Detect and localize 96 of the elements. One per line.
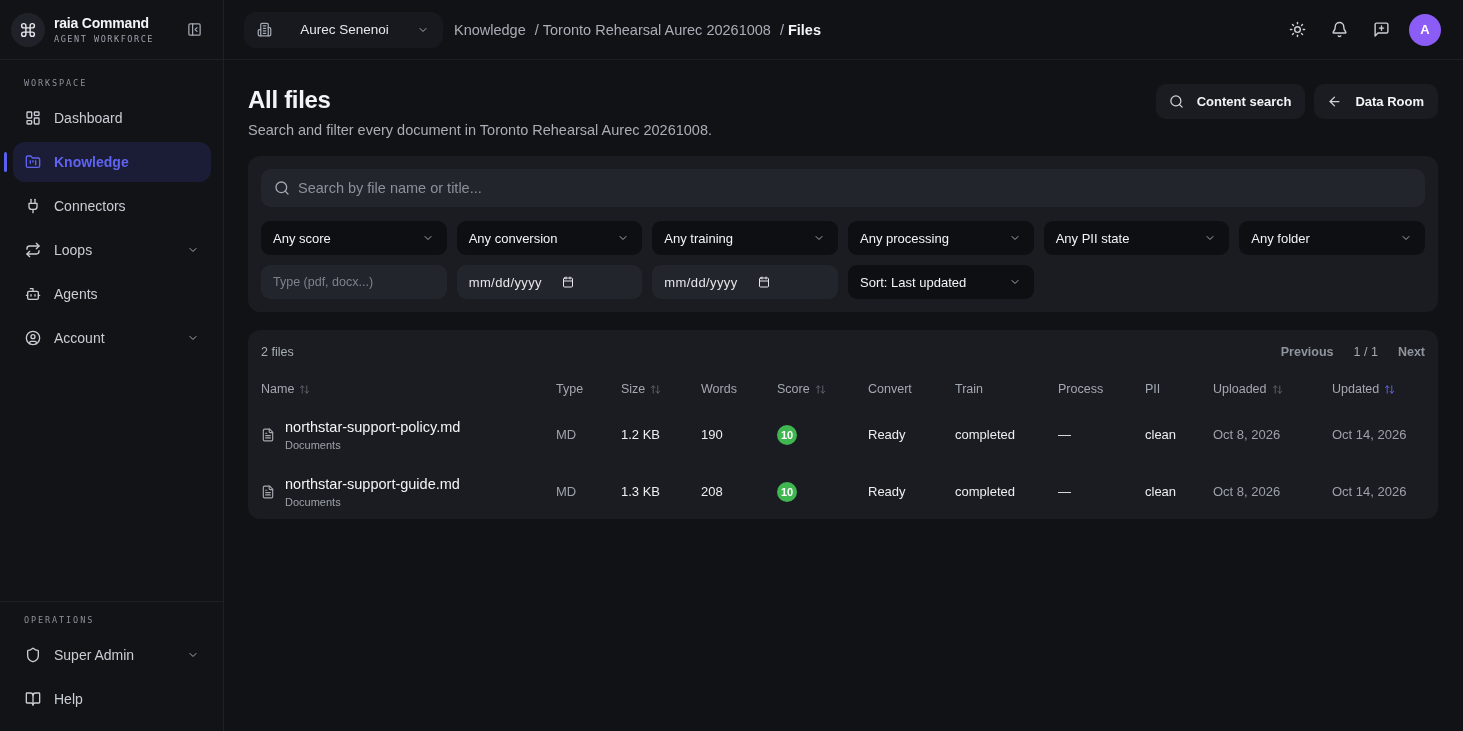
- search-field[interactable]: Search by file name or title...: [261, 169, 1425, 207]
- workspace-selector[interactable]: Aurec Senenoi: [244, 11, 443, 48]
- command-logo-icon: [11, 12, 45, 47]
- filter-dropdown[interactable]: Any folder: [1239, 221, 1425, 255]
- avatar[interactable]: A: [1409, 13, 1441, 46]
- nav-item[interactable]: Dashboard: [13, 98, 211, 138]
- column-header: Convert: [868, 382, 912, 396]
- calendar-icon: [757, 276, 770, 288]
- breadcrumb-separator: /: [534, 21, 539, 38]
- table-cell: clean: [1145, 484, 1177, 499]
- brand-tagline: AGENT WORKFORCE: [54, 32, 154, 45]
- sort-icon[interactable]: [650, 383, 662, 395]
- building-icon: [257, 22, 272, 37]
- section-label: WORKSPACE: [23, 77, 89, 89]
- calendar-icon: [562, 276, 574, 288]
- section-label: OPERATIONS: [23, 614, 96, 626]
- folder-icon: [25, 154, 41, 170]
- message-plus-icon[interactable]: [1373, 21, 1390, 38]
- folder-label: Documents: [285, 494, 341, 509]
- table-cell: Ready: [868, 484, 906, 499]
- table-cell: Oct 14, 2026: [1332, 427, 1407, 442]
- document-icon: [261, 483, 275, 500]
- column-header[interactable]: Score: [777, 382, 826, 396]
- table-cell: 1.2 KB: [621, 427, 661, 442]
- document-icon: [261, 426, 275, 443]
- sort-icon[interactable]: [814, 383, 826, 395]
- column-header: Words: [701, 382, 737, 396]
- file-name-link[interactable]: northstar-support-policy.md: [285, 417, 461, 436]
- table-cell: MD: [556, 427, 577, 442]
- nav-item[interactable]: Account: [13, 318, 211, 358]
- breadcrumb-separator: /: [779, 21, 784, 38]
- column-header[interactable]: Uploaded: [1213, 382, 1283, 396]
- book-icon: [25, 691, 41, 707]
- user-circle-icon: [25, 330, 41, 346]
- repeat-icon: [25, 242, 41, 258]
- column-header: Type: [556, 382, 584, 396]
- table-cell: completed: [955, 427, 1015, 442]
- type-filter-field[interactable]: Type (pdf, docx...): [261, 265, 447, 299]
- file-count: 2 files: [261, 345, 294, 359]
- filter-dropdown[interactable]: Sort: Last updated: [848, 265, 1034, 299]
- table-cell: MD: [556, 484, 577, 499]
- table-cell: clean: [1145, 427, 1177, 442]
- table-cell: completed: [955, 484, 1015, 499]
- score-badge: 10: [777, 424, 797, 445]
- nav-item[interactable]: Super Admin: [13, 635, 211, 675]
- column-header: Train: [955, 382, 983, 396]
- date-field[interactable]: mm/dd/yyyy: [652, 265, 838, 299]
- table-cell: —: [1058, 484, 1071, 499]
- column-header: PII: [1145, 382, 1161, 396]
- column-header[interactable]: Updated: [1332, 382, 1396, 396]
- page-title: All files: [248, 85, 331, 115]
- brand-name: raia Command: [54, 14, 150, 32]
- table-cell: —: [1058, 427, 1071, 442]
- table-cell: Oct 8, 2026: [1213, 484, 1281, 499]
- nav-item[interactable]: Knowledge: [13, 142, 211, 182]
- date-field[interactable]: mm/dd/yyyy: [456, 265, 643, 299]
- table-cell: 1.3 KB: [621, 484, 661, 499]
- sun-icon[interactable]: [1289, 21, 1306, 38]
- robot-icon: [25, 286, 41, 302]
- table-cell: 208: [701, 484, 723, 499]
- header-button[interactable]: Data Room: [1314, 84, 1438, 119]
- collapse-sidebar-icon[interactable]: [187, 22, 202, 37]
- grid-icon: [25, 110, 41, 126]
- table-cell: 190: [701, 427, 723, 442]
- page-subtitle: Search and filter every document in Toronto Rehearsal Aurec 20261008.: [248, 121, 713, 140]
- plug-icon: [25, 198, 41, 214]
- bell-icon[interactable]: [1331, 21, 1348, 38]
- column-header: Process: [1058, 382, 1104, 396]
- breadcrumb-link[interactable]: Toronto Rehearsal Aurec 20261008: [542, 21, 771, 38]
- filter-dropdown[interactable]: Any PII state: [1043, 221, 1230, 255]
- filter-dropdown[interactable]: Any conversion: [456, 221, 643, 255]
- filter-dropdown[interactable]: Any processing: [848, 221, 1034, 255]
- nav-item[interactable]: Agents: [13, 274, 211, 314]
- table-cell: Oct 8, 2026: [1213, 427, 1281, 442]
- nav-item[interactable]: Loops: [13, 230, 211, 270]
- sort-icon[interactable]: [299, 383, 311, 395]
- score-badge: 10: [777, 481, 797, 502]
- table-cell: Ready: [868, 427, 906, 442]
- page-indicator: 1 / 1: [1353, 345, 1378, 359]
- search-icon: [1168, 94, 1184, 109]
- column-header[interactable]: Name: [261, 382, 311, 396]
- table-cell: Oct 14, 2026: [1332, 484, 1407, 499]
- search-icon: [274, 180, 290, 196]
- nav-item[interactable]: Connectors: [13, 186, 211, 226]
- sort-icon[interactable]: [1384, 383, 1396, 395]
- filter-dropdown[interactable]: Any training: [652, 221, 838, 255]
- folder-label: Documents: [285, 437, 341, 452]
- sort-icon[interactable]: [1271, 383, 1283, 395]
- column-header[interactable]: Size: [621, 382, 662, 396]
- filter-dropdown[interactable]: Any score: [261, 221, 447, 255]
- header-button[interactable]: Content search: [1155, 84, 1306, 119]
- file-name-link[interactable]: northstar-support-guide.md: [285, 474, 460, 493]
- breadcrumb-current: Files: [787, 21, 821, 38]
- nav-item[interactable]: Help: [13, 679, 211, 719]
- breadcrumb-link[interactable]: Knowledge: [454, 21, 526, 38]
- shield-icon: [25, 647, 41, 663]
